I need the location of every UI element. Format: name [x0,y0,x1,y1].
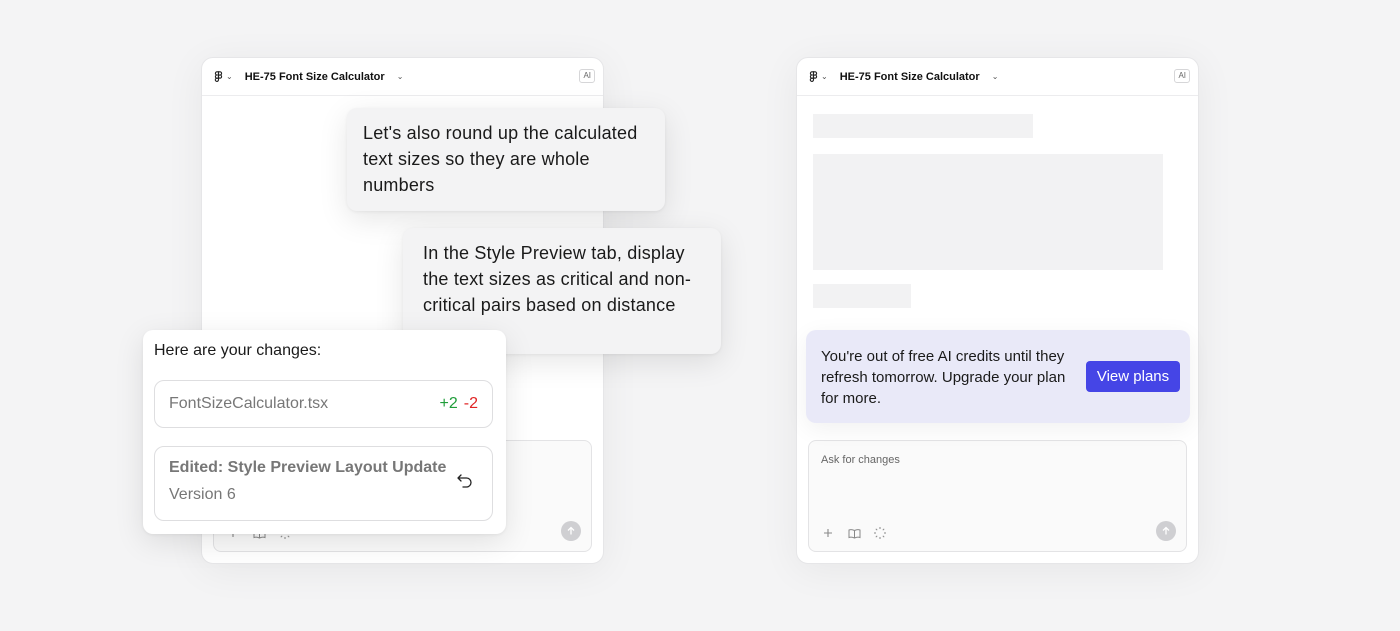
version-row[interactable]: Edited: Style Preview Layout Update Vers… [154,446,493,521]
file-name: FontSizeCalculator.tsx [169,395,329,412]
credits-message: You're out of free AI credits until they… [821,348,1066,407]
version-title: Edited: Style Preview Layout Update [169,459,447,476]
window-titlebar: ⌄ HE-75 Font Size Calculator ⌄ AI [202,58,603,96]
credits-banner: You're out of free AI credits until they… [806,330,1190,423]
changed-file-row[interactable]: FontSizeCalculator.tsx +2 -2 [154,380,493,428]
diff-stats: +2 -2 [440,395,478,413]
prompt-bubble: Let's also round up the calculated text … [347,108,665,211]
arrow-up-icon [567,526,575,535]
composer-tools [821,526,887,540]
skeleton-line [813,284,911,308]
diff-deletions: -2 [463,395,478,412]
figma-menu-button[interactable]: ⌄ [809,70,828,83]
send-button[interactable] [1156,521,1176,541]
plus-icon[interactable] [821,526,835,540]
send-button[interactable] [561,521,581,541]
ai-badge[interactable]: AI [579,69,595,83]
chevron-down-icon: ⌄ [226,72,233,81]
figma-menu-button[interactable]: ⌄ [214,70,233,83]
undo-icon[interactable] [456,473,474,494]
cursor-sparkle-icon[interactable] [873,526,887,540]
skeleton-title [813,114,1033,138]
changes-heading: Here are your changes: [154,342,322,359]
app-title[interactable]: HE-75 Font Size Calculator [840,71,980,83]
diff-additions: +2 [439,395,458,412]
app-title[interactable]: HE-75 Font Size Calculator [245,71,385,83]
chevron-down-icon[interactable]: ⌄ [992,72,999,81]
changes-card: Here are your changes: FontSizeCalculato… [143,330,506,534]
plugin-window-right: ⌄ HE-75 Font Size Calculator ⌄ AI Ask fo… [796,57,1199,564]
composer-placeholder[interactable]: Ask for changes [821,454,900,466]
window-titlebar: ⌄ HE-75 Font Size Calculator ⌄ AI [797,58,1198,96]
arrow-up-icon [1162,526,1170,535]
figma-logo-icon [809,70,818,82]
view-plans-button[interactable]: View plans [1086,361,1180,392]
skeleton-block [813,154,1163,270]
figma-logo-icon [214,70,223,82]
ai-badge[interactable]: AI [1174,69,1190,83]
version-label: Version 6 [169,486,236,503]
chevron-down-icon: ⌄ [821,72,828,81]
book-icon[interactable] [847,526,861,540]
chevron-down-icon[interactable]: ⌄ [397,72,404,81]
composer[interactable]: Ask for changes [808,440,1187,552]
